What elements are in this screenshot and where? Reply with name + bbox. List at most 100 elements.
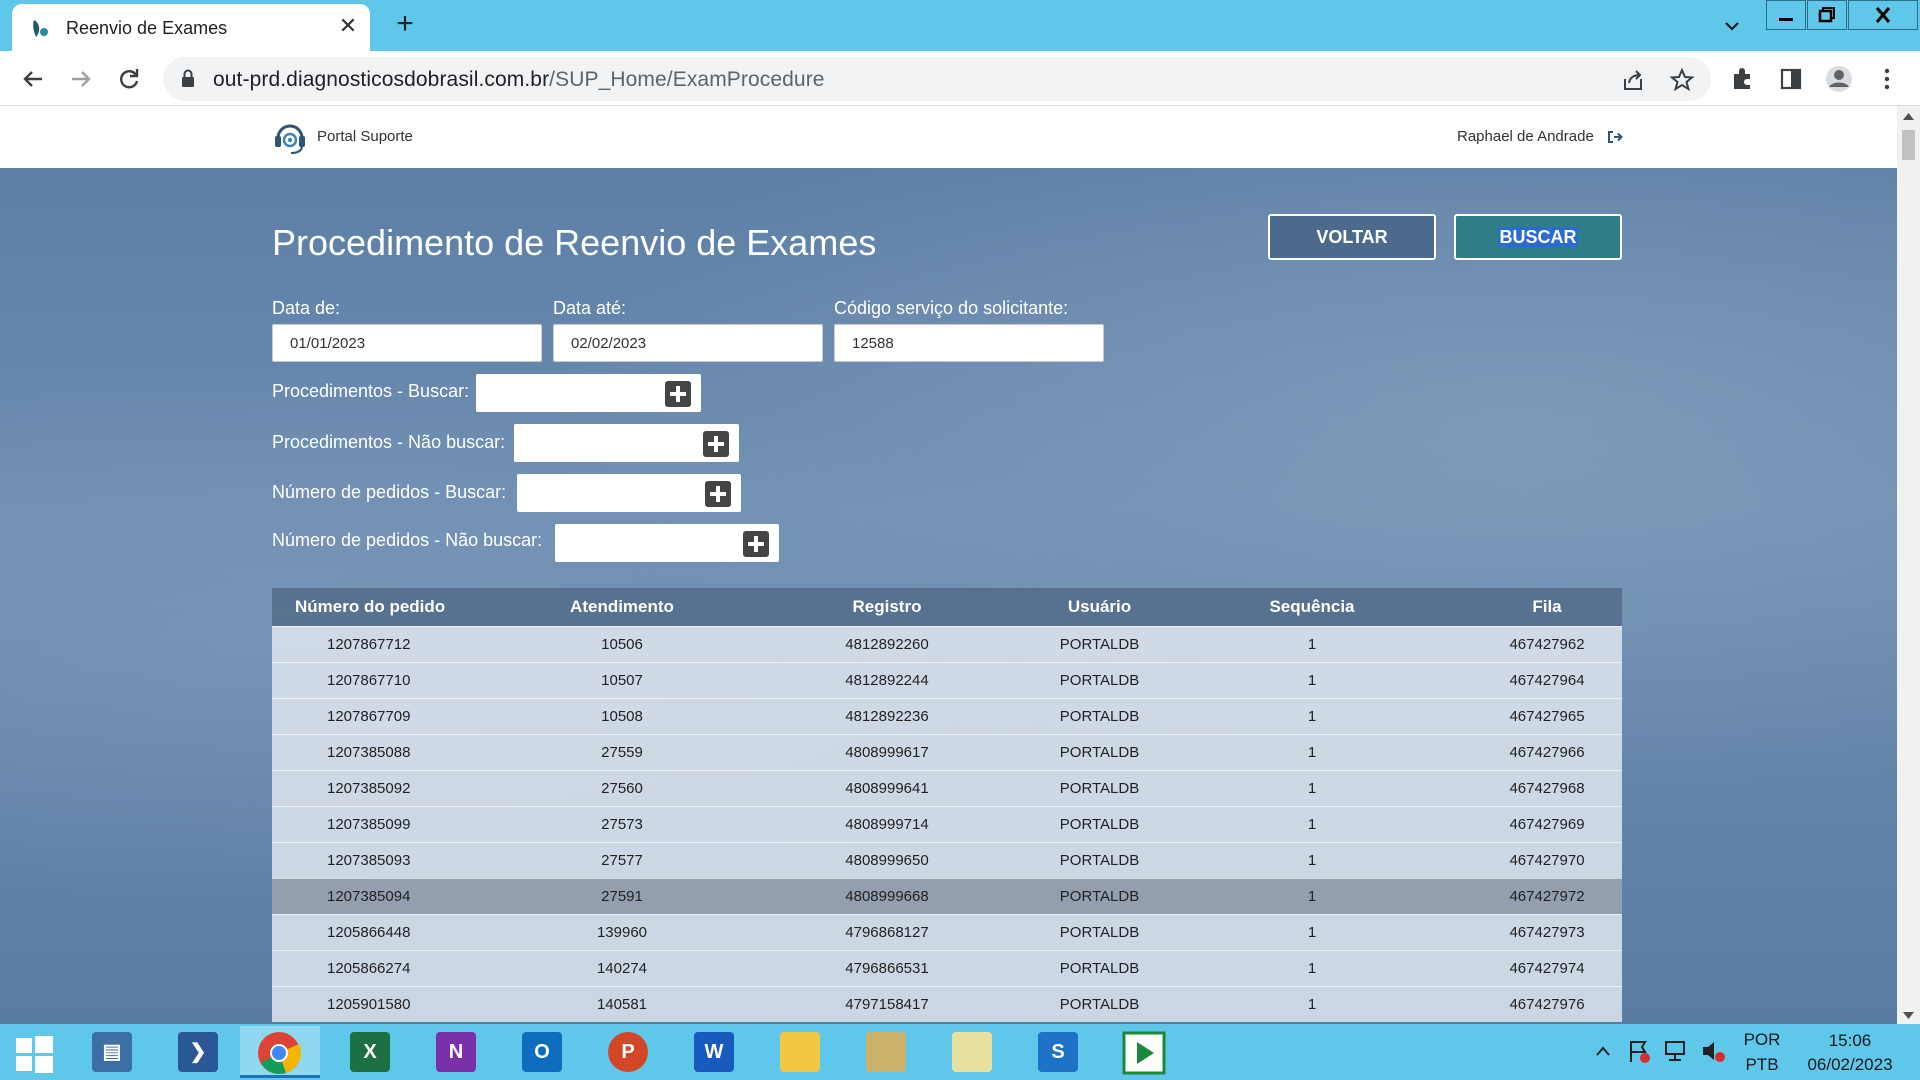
logout-icon[interactable] [1607, 129, 1623, 145]
restore-icon[interactable] [1807, 0, 1847, 30]
data-ate-input[interactable]: 02/02/2023 [553, 324, 823, 362]
data-de-input[interactable]: 01/01/2023 [272, 324, 542, 362]
browser-toolbar: out-prd.diagnosticosdobrasil.com.br/SUP_… [0, 51, 1920, 106]
browser-tab-bar: Reenvio de Exames ✕ + [0, 0, 1920, 51]
table-row[interactable]: 1207385088 27559 4808999617 PORTALDB 1 467427… [272, 734, 1622, 770]
portal-logo-text[interactable]: Portal Suporte [317, 128, 413, 145]
taskbar-notes[interactable] [932, 1026, 1012, 1078]
scroll-up-arrow-icon[interactable] [1903, 112, 1914, 120]
taskbar-powershell[interactable]: ❯ [158, 1026, 238, 1078]
start-button[interactable] [0, 1026, 80, 1078]
table-cell: 4808999650 [845, 852, 929, 869]
table-cell: 1 [1307, 672, 1317, 689]
table-row[interactable]: 1205866274 140274 4796866531 PORTALDB 1 46742… [272, 950, 1622, 986]
col-sequencia[interactable]: Sequência [1152, 588, 1472, 626]
extensions-puzzle-icon[interactable] [1728, 64, 1758, 94]
tray-volume-muted-icon[interactable] [1700, 1038, 1726, 1064]
ped-buscar-input[interactable] [517, 474, 741, 512]
taskbar-file-server[interactable]: ▤ [72, 1026, 152, 1078]
page-scrollbar[interactable] [1897, 106, 1920, 1024]
table-row[interactable]: 1205866448 139960 4796868127 PORTALDB 1 46742… [272, 914, 1622, 950]
table-cell: 140581 [596, 996, 648, 1013]
new-tab-icon[interactable]: + [390, 9, 420, 39]
table-row[interactable]: 1207385099 27573 4808999714 PORTALDB 1 467427… [272, 806, 1622, 842]
col-registro[interactable]: Registro [727, 588, 1047, 626]
table-row[interactable]: 1205901580 140581 4797158417 PORTALDB 1 46742… [272, 986, 1622, 1022]
ped-nao-buscar-add-icon[interactable] [743, 531, 769, 557]
address-bar[interactable]: out-prd.diagnosticosdobrasil.com.br/SUP_… [163, 57, 1711, 101]
url-text[interactable]: out-prd.diagnosticosdobrasil.com.br/SUP_… [213, 68, 825, 92]
taskbar-s-app[interactable]: S [1018, 1026, 1098, 1078]
scroll-thumb[interactable] [1902, 130, 1915, 160]
table-cell: 467427965 [1509, 708, 1585, 725]
table-cell: 467427974 [1509, 960, 1585, 977]
voltar-button[interactable]: VOLTAR [1268, 214, 1436, 260]
taskbar-powerpoint[interactable]: P [588, 1026, 668, 1078]
share-icon[interactable] [1621, 67, 1647, 93]
taskbar-outlook[interactable]: O [502, 1026, 582, 1078]
table-row[interactable]: 1207385092 27560 4808999641 PORTALDB 1 467427… [272, 770, 1622, 806]
taskbar-file-explorer[interactable] [760, 1026, 840, 1078]
word-icon: W [694, 1032, 734, 1072]
language-indicator-top[interactable]: POR [1740, 1030, 1784, 1050]
clock-time[interactable]: 15:06 [1800, 1031, 1900, 1051]
play-app-icon [1122, 1031, 1166, 1075]
ped-buscar-add-icon[interactable] [705, 481, 731, 507]
taskbar-excel[interactable]: X [330, 1026, 410, 1078]
side-panel-icon[interactable] [1776, 64, 1806, 94]
table-cell: PORTALDB [1059, 960, 1140, 977]
buscar-button[interactable]: BUSCAR [1454, 214, 1622, 260]
proc-buscar-add-icon[interactable] [665, 381, 691, 407]
table-cell: 1207385099 [327, 816, 411, 833]
col-numero-pedido[interactable]: Número do pedido [272, 588, 517, 626]
browser-tab[interactable]: Reenvio de Exames ✕ [12, 4, 370, 51]
reload-icon[interactable] [114, 64, 144, 94]
table-row[interactable]: 1207867709 10508 4812892236 PORTALDB 1 467427… [272, 698, 1622, 734]
scroll-down-arrow-icon[interactable] [1903, 1012, 1914, 1020]
bookmark-star-icon[interactable] [1669, 67, 1695, 93]
tab-search-chevron-icon[interactable] [1718, 12, 1746, 40]
table-cell: 27560 [601, 780, 643, 797]
tray-flag-icon[interactable] [1626, 1038, 1652, 1064]
table-row[interactable]: 1207385093 27577 4808999650 PORTALDB 1 467427… [272, 842, 1622, 878]
chrome-icon [258, 1032, 301, 1075]
codigo-servico-input[interactable]: 12588 [834, 324, 1104, 362]
proc-nao-buscar-input[interactable] [514, 424, 739, 462]
forward-icon[interactable] [66, 64, 96, 94]
clock-date[interactable]: 06/02/2023 [1796, 1055, 1904, 1075]
proc-buscar-input[interactable] [476, 374, 701, 412]
windows-taskbar: ▤ ❯ X N O P W S POR PTB 15:06 06/02/2023 [0, 1024, 1920, 1080]
close-window-icon[interactable] [1848, 0, 1918, 30]
taskbar-onenote[interactable]: N [416, 1026, 496, 1078]
data-de-label: Data de: [272, 298, 341, 318]
minimize-icon[interactable] [1766, 0, 1806, 30]
table-cell: 467427970 [1509, 852, 1585, 869]
col-atendimento[interactable]: Atendimento [517, 588, 727, 626]
tray-show-hidden-icon[interactable] [1596, 1046, 1610, 1056]
outlook-icon: O [522, 1032, 562, 1072]
table-cell: 1 [1307, 636, 1317, 653]
taskbar-chrome[interactable] [240, 1026, 320, 1078]
taskbar-word[interactable]: W [674, 1026, 754, 1078]
language-indicator-bottom[interactable]: PTB [1740, 1055, 1784, 1075]
proc-nao-buscar-add-icon[interactable] [703, 431, 729, 457]
back-icon[interactable] [18, 64, 48, 94]
table-cell: 10507 [601, 672, 643, 689]
site-header: Portal Suporte Raphael de Andrade [0, 106, 1897, 168]
table-cell: PORTALDB [1059, 636, 1140, 653]
tab-close-icon[interactable]: ✕ [335, 13, 361, 39]
table-row[interactable]: 1207385094 27591 4808999668 PORTALDB 1 467427… [272, 878, 1622, 914]
taskbar-notepad-stack[interactable] [846, 1026, 926, 1078]
table-cell: 467427969 [1509, 816, 1585, 833]
col-usuario[interactable]: Usuário [1047, 588, 1152, 626]
lock-icon[interactable] [181, 69, 195, 89]
col-fila[interactable]: Fila [1472, 588, 1622, 626]
tray-network-icon[interactable] [1663, 1038, 1689, 1064]
table-row[interactable]: 1207867710 10507 4812892244 PORTALDB 1 467427… [272, 662, 1622, 698]
menu-kebab-icon[interactable] [1872, 64, 1902, 94]
table-row[interactable]: 1207867712 10506 4812892260 PORTALDB 1 467427… [272, 626, 1622, 662]
profile-avatar-icon[interactable] [1824, 64, 1854, 94]
ped-nao-buscar-input[interactable] [555, 524, 779, 562]
onenote-icon: N [436, 1032, 476, 1072]
taskbar-play-app[interactable] [1104, 1026, 1184, 1078]
